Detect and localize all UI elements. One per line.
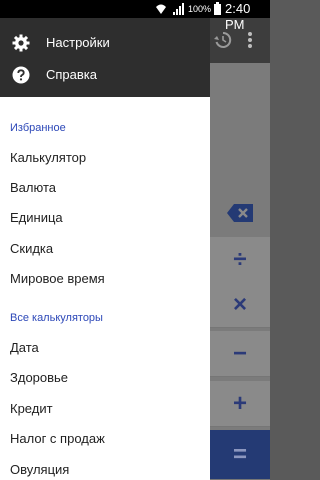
nav-item-label: Мировое время — [10, 270, 105, 286]
nav-item-date[interactable]: Дата — [0, 332, 210, 362]
nav-item-unit[interactable]: Единица — [0, 202, 210, 232]
status-bar: 100% 2:40 PM — [0, 0, 270, 32]
nav-item-loan[interactable]: Кредит — [0, 393, 210, 423]
help-menu-item[interactable]: Справка — [0, 58, 210, 91]
minus-button[interactable]: − — [210, 331, 270, 377]
nav-item-label: Единица — [10, 209, 63, 225]
backspace-icon — [227, 204, 253, 222]
nav-item-world-time[interactable]: Мировое время — [0, 263, 210, 293]
nav-item-label: Валюта — [10, 179, 56, 195]
drawer-header: Настройки Справка — [0, 18, 210, 97]
nav-item-health[interactable]: Здоровье — [0, 362, 210, 392]
battery-icon — [214, 2, 221, 15]
help-icon — [12, 66, 30, 83]
multiply-button[interactable]: × — [210, 282, 270, 328]
wifi-icon — [156, 4, 166, 14]
nav-item-ovulation[interactable]: Овуляция — [0, 454, 210, 480]
nav-item-label: Скидка — [10, 240, 54, 256]
navigation-drawer: Настройки Справка Избранное Калькулятор … — [0, 18, 210, 480]
gear-icon — [12, 34, 30, 51]
nav-item-sales-tax[interactable]: Налог с продаж — [0, 423, 210, 453]
nav-item-discount[interactable]: Скидка — [0, 233, 210, 263]
favorites-section-title: Избранное — [10, 122, 66, 134]
help-label: Справка — [46, 67, 97, 82]
settings-label: Настройки — [46, 35, 110, 50]
equals-button[interactable]: = — [210, 430, 270, 480]
settings-menu-item[interactable]: Настройки — [0, 26, 210, 59]
more-vert-icon[interactable] — [247, 30, 253, 50]
status-time: 2:40 PM — [225, 1, 251, 32]
nav-item-label: Дата — [10, 339, 39, 355]
battery-percent: 100% — [188, 4, 212, 14]
history-icon[interactable] — [214, 31, 232, 49]
nav-item-label: Кредит — [10, 400, 53, 416]
nav-item-calculator[interactable]: Калькулятор — [0, 142, 210, 172]
signal-icon — [173, 3, 184, 15]
nav-item-label: Калькулятор — [10, 149, 87, 165]
nav-item-label: Налог с продаж — [10, 430, 105, 446]
all-calculators-section-title: Все калькуляторы — [10, 312, 103, 324]
nav-item-label: Овуляция — [10, 461, 70, 477]
nav-item-label: Здоровье — [10, 369, 69, 385]
nav-item-currency[interactable]: Валюта — [0, 172, 210, 202]
plus-button[interactable]: + — [210, 381, 270, 427]
backspace-button[interactable] — [210, 190, 270, 236]
divide-button[interactable]: ÷ — [210, 237, 270, 283]
